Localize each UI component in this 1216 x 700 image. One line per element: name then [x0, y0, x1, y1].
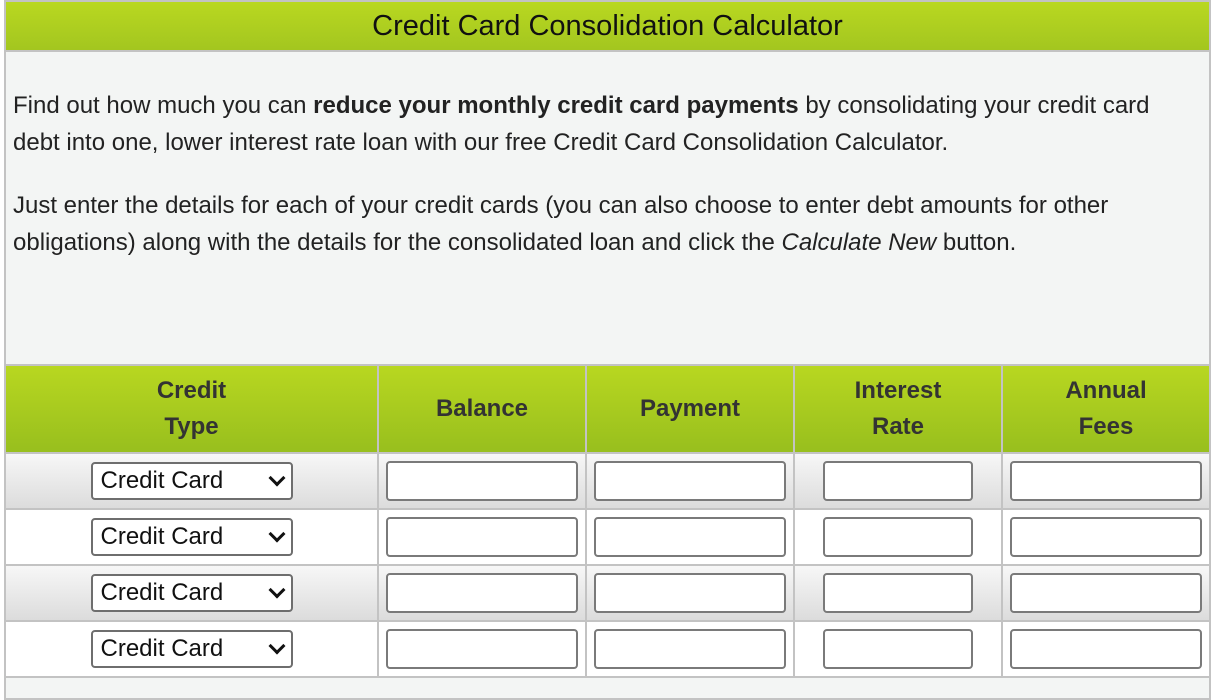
cell-type: Credit Card — [6, 452, 379, 510]
interest-rate-input[interactable] — [823, 517, 973, 557]
cell-fees — [1001, 452, 1209, 510]
annual-fees-input[interactable] — [1010, 461, 1202, 501]
payment-input[interactable] — [594, 573, 786, 613]
cell-fees — [1001, 564, 1209, 622]
header-annual-fees: Annual Fees — [1001, 364, 1209, 454]
cell-payment — [585, 564, 795, 622]
header-payment: Payment — [585, 364, 795, 454]
calculator-title: Credit Card Consolidation Calculator — [6, 0, 1209, 52]
credit-type-value: Credit Card — [100, 523, 224, 550]
table-row: Credit Card — [6, 564, 1209, 622]
credit-type-value: Credit Card — [100, 579, 224, 606]
payment-input[interactable] — [594, 629, 786, 669]
annual-fees-input[interactable] — [1010, 573, 1202, 613]
interest-rate-input[interactable] — [823, 461, 973, 501]
debt-table: Credit Type Balance Payment Interest Rate … — [6, 364, 1209, 678]
cell-rate — [793, 508, 1003, 566]
table-row: Credit Card — [6, 452, 1209, 510]
table-row: Credit Card — [6, 620, 1209, 678]
cell-balance — [377, 508, 587, 566]
cell-fees — [1001, 620, 1209, 678]
payment-input[interactable] — [594, 517, 786, 557]
intro-paragraph-2: Just enter the details for each of your … — [13, 188, 1201, 261]
cell-balance — [377, 452, 587, 510]
chevron-down-icon — [268, 469, 285, 487]
balance-input[interactable] — [386, 573, 578, 613]
header-credit-type: Credit Type — [6, 364, 379, 454]
chevron-down-icon — [268, 525, 285, 543]
cell-type: Credit Card — [6, 564, 379, 622]
credit-type-select[interactable]: Credit Card — [90, 462, 293, 500]
annual-fees-input[interactable] — [1010, 629, 1202, 669]
cell-balance — [377, 564, 587, 622]
interest-rate-input[interactable] — [823, 573, 973, 613]
credit-type-value: Credit Card — [100, 635, 224, 662]
header-interest-rate: Interest Rate — [793, 364, 1003, 454]
chevron-down-icon — [268, 581, 285, 599]
intro-text: button. — [936, 228, 1017, 256]
cell-rate — [793, 452, 1003, 510]
credit-type-select[interactable]: Credit Card — [90, 630, 293, 668]
cell-payment — [585, 452, 795, 510]
intro-italic: Calculate New — [781, 228, 937, 256]
cell-type: Credit Card — [6, 620, 379, 678]
calculator: Credit Card Consolidation Calculator Fin… — [4, 0, 1211, 700]
intro: Find out how much you can reduce your mo… — [6, 52, 1209, 261]
balance-input[interactable] — [386, 629, 578, 669]
payment-input[interactable] — [594, 461, 786, 501]
balance-input[interactable] — [386, 517, 578, 557]
cell-rate — [793, 620, 1003, 678]
annual-fees-input[interactable] — [1010, 517, 1202, 557]
cell-type: Credit Card — [6, 508, 379, 566]
cell-balance — [377, 620, 587, 678]
cell-payment — [585, 508, 795, 566]
intro-paragraph-1: Find out how much you can reduce your mo… — [13, 88, 1201, 161]
credit-type-select[interactable]: Credit Card — [90, 518, 293, 556]
chevron-down-icon — [268, 637, 285, 655]
cell-payment — [585, 620, 795, 678]
balance-input[interactable] — [386, 461, 578, 501]
cell-rate — [793, 564, 1003, 622]
credit-type-value: Credit Card — [100, 467, 224, 494]
header-balance: Balance — [377, 364, 587, 454]
intro-bold: reduce your monthly credit card payments — [313, 92, 799, 119]
credit-type-select[interactable]: Credit Card — [90, 574, 293, 612]
table-row: Credit Card — [6, 508, 1209, 566]
intro-text: Find out how much you can — [13, 92, 314, 119]
cell-fees — [1001, 508, 1209, 566]
interest-rate-input[interactable] — [823, 629, 973, 669]
